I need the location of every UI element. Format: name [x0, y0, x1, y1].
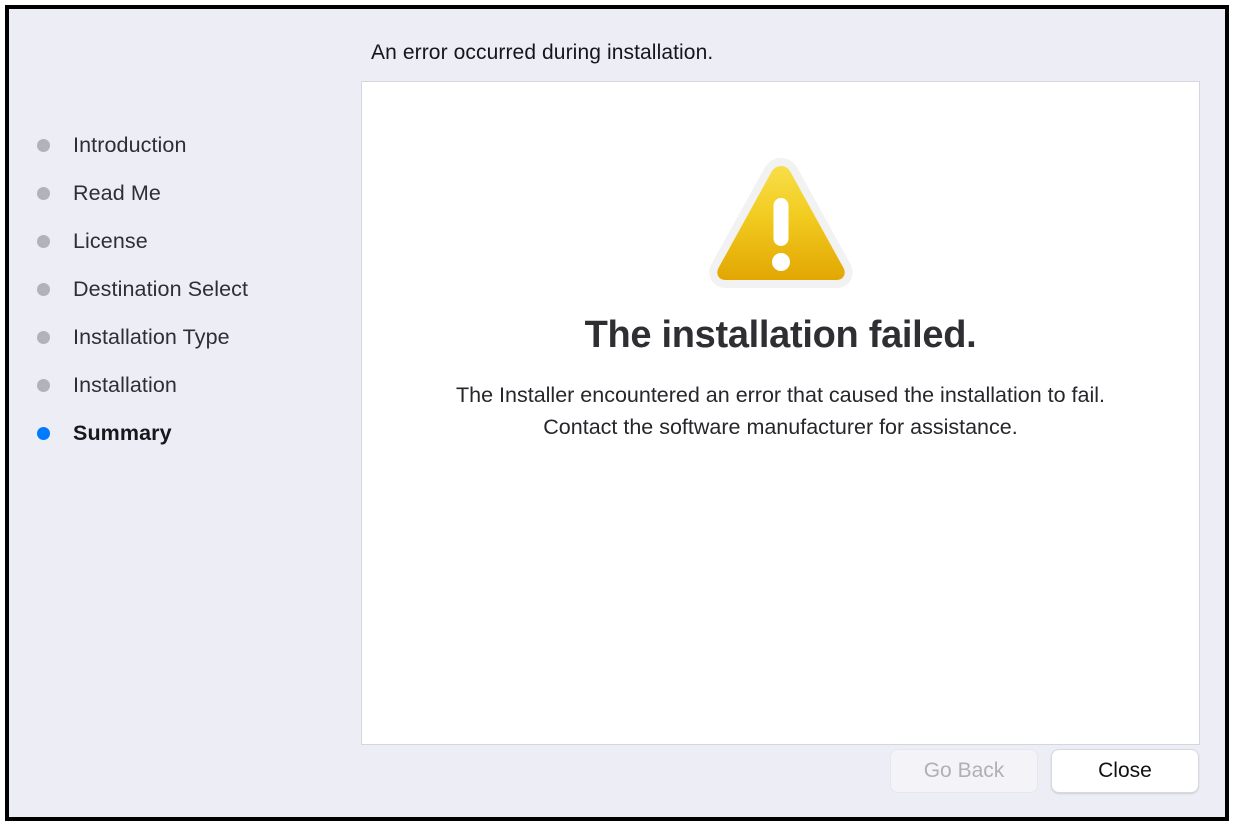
failure-description: The Installer encountered an error that … [456, 383, 1105, 439]
step-dot-icon [37, 234, 50, 248]
failure-title: The installation failed. [584, 314, 977, 356]
warning-triangle-icon [708, 158, 853, 288]
sidebar-item-introduction[interactable]: Introduction [37, 121, 337, 169]
step-dot-icon [37, 282, 50, 296]
button-bar: Go Back Close [890, 749, 1199, 793]
step-dot-icon [37, 426, 50, 440]
window-body: Introduction Read Me License Destination… [9, 9, 1225, 817]
step-dot-icon [37, 138, 50, 152]
sidebar-item-label: Introduction [73, 132, 187, 157]
close-button[interactable]: Close [1051, 749, 1199, 793]
sidebar-item-label: Installation Type [73, 324, 230, 349]
sidebar-item-destination-select[interactable]: Destination Select [37, 265, 337, 313]
installer-sidebar: Introduction Read Me License Destination… [9, 9, 361, 817]
sidebar-item-label: License [73, 228, 148, 253]
panel-content: The installation failed. The Installer e… [362, 154, 1199, 443]
sidebar-item-license[interactable]: License [37, 217, 337, 265]
go-back-button[interactable]: Go Back [890, 749, 1038, 793]
sidebar-item-label: Summary [73, 420, 172, 445]
sidebar-item-read-me[interactable]: Read Me [37, 169, 337, 217]
sidebar-item-label: Read Me [73, 180, 161, 205]
sidebar-item-installation[interactable]: Installation [37, 361, 337, 409]
step-dot-icon [37, 378, 50, 392]
sidebar-item-label: Installation [73, 372, 177, 397]
sidebar-item-installation-type[interactable]: Installation Type [37, 313, 337, 361]
content-panel: The installation failed. The Installer e… [361, 81, 1200, 745]
step-list: Introduction Read Me License Destination… [37, 121, 337, 457]
installer-window: Introduction Read Me License Destination… [5, 5, 1229, 821]
step-dot-icon [37, 330, 50, 344]
page-title: An error occurred during installation. [371, 41, 714, 64]
step-dot-icon [37, 186, 50, 200]
sidebar-item-summary[interactable]: Summary [37, 409, 337, 457]
sidebar-item-label: Destination Select [73, 276, 249, 301]
